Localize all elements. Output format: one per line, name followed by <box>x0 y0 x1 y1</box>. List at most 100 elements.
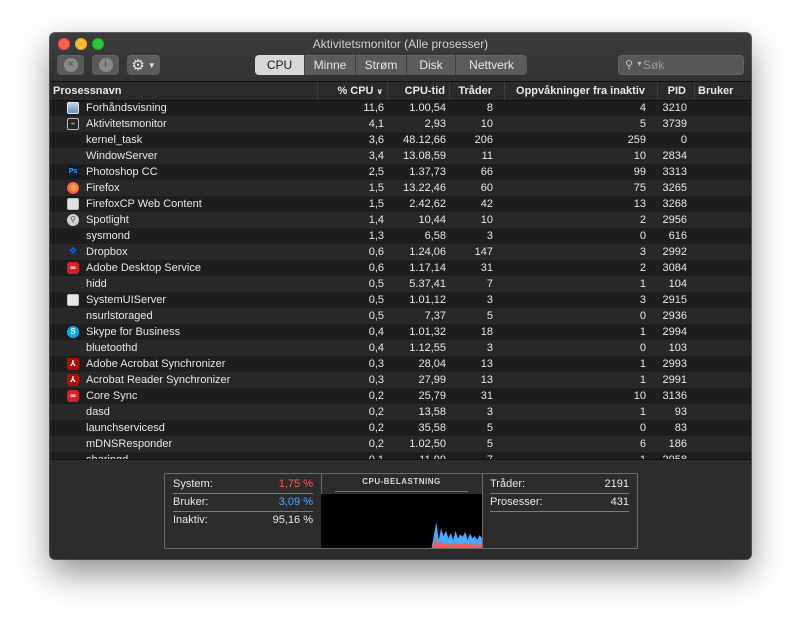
processes-stat: Prosesser: 431 <box>490 493 629 511</box>
cpu-cell: 3,6 <box>368 134 384 146</box>
cpu-cell: 0,6 <box>368 246 384 258</box>
table-row[interactable]: FirefoxCP Web Content 1,5 2.42,62 42 13 3268 <box>50 196 751 212</box>
table-row[interactable]: ⅄ Acrobat Reader Synchronizer 0,3 27,99 13 1 2… <box>50 372 751 388</box>
divider <box>335 491 468 492</box>
table-row[interactable]: Ps Photoshop CC 2,5 1.37,73 66 99 3313 <box>50 164 751 180</box>
table-row[interactable]: sysmond 1,3 6,58 3 0 616 <box>50 228 751 244</box>
user-cell <box>695 388 751 404</box>
cpu-time-cell: 11,99 <box>388 452 450 459</box>
wakeups-cell: 1 <box>639 374 646 386</box>
divider <box>490 511 629 512</box>
inspect-process-button[interactable]: i <box>92 55 119 75</box>
table-row[interactable]: WindowServer 3,4 13.08,59 11 10 2834 <box>50 148 751 164</box>
table-row[interactable]: ⌁ Aktivitetsmonitor 4,1 2,93 10 5 3739 <box>50 116 751 132</box>
table-row[interactable]: hidd 0,5 5.37,41 7 1 104 <box>50 276 751 292</box>
cpu-cell: 4,1 <box>368 118 384 130</box>
pid-cell: 0 <box>680 134 687 146</box>
cpu-cell: 1,5 <box>368 182 384 194</box>
process-name-cell: sysmond <box>86 230 131 242</box>
wakeups-cell: 5 <box>639 118 646 130</box>
pid-cell: 3739 <box>662 118 687 130</box>
user-label: Bruker: <box>173 496 209 508</box>
table-row[interactable]: dasd 0,2 13,58 3 1 93 <box>50 404 751 420</box>
search-input[interactable] <box>643 57 739 73</box>
pid-cell: 3268 <box>662 198 687 210</box>
wakeups-cell: 2 <box>639 214 646 226</box>
process-name-cell: Forhåndsvisning <box>86 102 167 114</box>
cpu-time-cell: 5.37,41 <box>409 278 446 290</box>
threads-cell: 5 <box>486 310 493 322</box>
process-name-cell: Core Sync <box>86 390 138 402</box>
table-row[interactable]: kernel_task 3,6 48.12,66 206 259 0 <box>50 132 751 148</box>
table-row[interactable]: launchservicesd 0,2 35,58 5 0 83 <box>50 420 751 436</box>
pid-cell: 83 <box>674 422 687 434</box>
user-cell <box>695 116 751 132</box>
cpu-cell: 0,4 <box>368 342 384 354</box>
cpu-usage-stats: System: 1,75 % Bruker: 3,09 % Inaktiv: 9… <box>165 474 322 548</box>
pid-cell: 103 <box>668 342 687 354</box>
column-header-idle-wakeups[interactable]: Oppvåkninger fra inaktiv <box>505 82 658 100</box>
table-row[interactable]: nsurlstoraged 0,5 7,37 5 0 2936 <box>50 308 751 324</box>
tab-network[interactable]: Nettverk <box>455 55 527 75</box>
column-header-process-name[interactable]: Prosessnavn <box>50 82 318 100</box>
table-row[interactable]: SystemUIServer 0,5 1.01,12 3 3 2915 <box>50 292 751 308</box>
table-row[interactable]: mDNSResponder 0,2 1.02,50 5 6 186 <box>50 436 751 452</box>
user-cell <box>695 340 751 356</box>
search-options-chevron-icon[interactable]: ▼ <box>636 61 643 68</box>
cpu-time-cell: 13.08,59 <box>403 150 446 162</box>
threads-cell: 13 <box>480 358 493 370</box>
process-name-cell: Dropbox <box>86 246 128 258</box>
cpu-time-cell: 1.24,06 <box>409 246 446 258</box>
table-row[interactable]: Firefox 1,5 13.22,46 60 75 3265 <box>50 180 751 196</box>
table-row[interactable]: ∞ Core Sync 0,2 25,79 31 10 3136 <box>50 388 751 404</box>
threads-cell: 5 <box>486 438 493 450</box>
cpu-cell: 0,5 <box>368 294 384 306</box>
cpu-time-cell: 25,79 <box>418 390 446 402</box>
search-field[interactable]: ⚲ ▼ <box>618 55 744 75</box>
table-row[interactable]: bluetoothd 0,4 1.12,55 3 0 103 <box>50 340 751 356</box>
threads-stat: Tråder: 2191 <box>490 475 629 493</box>
cpu-time-cell: 10,44 <box>418 214 446 226</box>
threads-cell: 10 <box>480 118 493 130</box>
table-row[interactable]: sharingd0,111,99712958 <box>50 452 751 459</box>
sort-descending-chevron-icon: ∨ <box>376 87 384 96</box>
skype-icon: S <box>67 326 79 338</box>
user-cell <box>695 324 751 340</box>
table-row[interactable]: S Skype for Business 0,4 1.01,32 18 1 2994 <box>50 324 751 340</box>
threads-cell: 147 <box>474 246 493 258</box>
column-header-pid[interactable]: PID <box>658 82 695 100</box>
tab-disk[interactable]: Disk <box>406 55 455 75</box>
action-menu-button[interactable]: ⚙ ▼ <box>127 55 160 75</box>
threads-cell: 11 <box>481 150 493 162</box>
column-header-user[interactable]: Bruker <box>695 82 751 100</box>
stop-process-icon: × <box>63 58 78 72</box>
column-header-cpu-percent[interactable]: % CPU ∨ <box>318 82 388 100</box>
wakeups-cell: 0 <box>639 310 646 322</box>
table-row[interactable]: ⚲ Spotlight 1,4 10,44 10 2 2956 <box>50 212 751 228</box>
user-cell <box>695 164 751 180</box>
tab-energy[interactable]: Strøm <box>355 55 406 75</box>
window-title: Aktivitetsmonitor (Alle prosesser) <box>312 37 489 51</box>
cpu-time-cell: 1.02,50 <box>409 438 446 450</box>
table-row[interactable]: ∞ Adobe Desktop Service 0,6 1.17,14 31 2 3084 <box>50 260 751 276</box>
stop-process-button[interactable]: × <box>57 55 84 75</box>
user-cell <box>695 101 751 116</box>
column-header-threads[interactable]: Tråder <box>450 82 505 100</box>
threads-cell: 13 <box>480 374 493 386</box>
table-row[interactable]: Forhåndsvisning 11,6 1.00,54 8 4 3210 <box>50 101 751 116</box>
info-icon: i <box>98 58 113 72</box>
column-header-cpu-time[interactable]: CPU-tid <box>388 82 450 100</box>
wakeups-cell: 1 <box>639 358 646 370</box>
tab-memory[interactable]: Minne <box>304 55 355 75</box>
tab-cpu[interactable]: CPU <box>255 55 304 75</box>
cpu-cell: 0,2 <box>368 438 384 450</box>
process-name-cell: WindowServer <box>86 150 158 162</box>
table-row[interactable]: ⅄ Adobe Acrobat Synchronizer 0,3 28,04 13 1 29… <box>50 356 751 372</box>
wakeups-cell: 3 <box>639 294 646 306</box>
process-name-cell: hidd <box>86 278 107 290</box>
wakeups-cell: 259 <box>627 134 646 146</box>
table-row[interactable]: ❖ Dropbox 0,6 1.24,06 147 3 2992 <box>50 244 751 260</box>
threads-cell: 31 <box>480 390 493 402</box>
process-name-cell: Aktivitetsmonitor <box>86 118 167 130</box>
pid-cell: 3313 <box>662 166 687 178</box>
